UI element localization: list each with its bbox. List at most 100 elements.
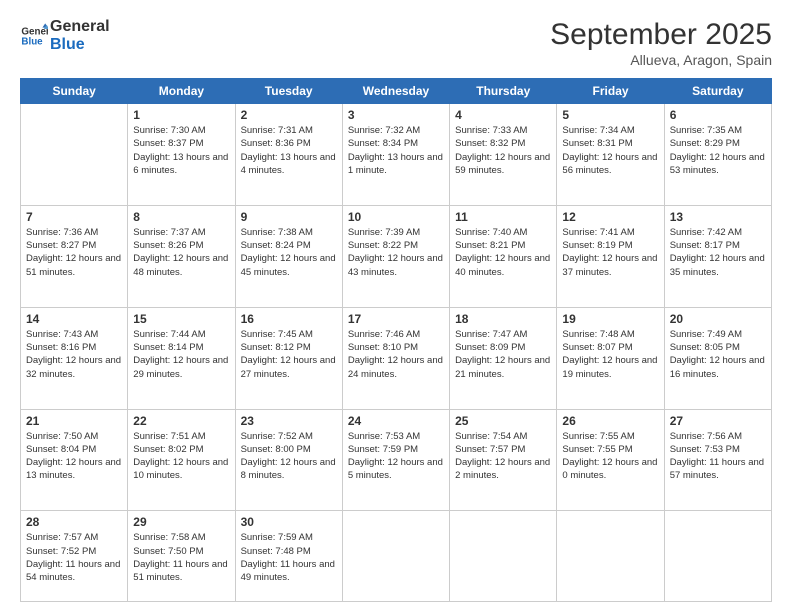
day-number: 5 (562, 108, 658, 122)
calendar-cell: 8 Sunrise: 7:37 AM Sunset: 8:26 PM Dayli… (128, 205, 235, 307)
calendar-cell: 25 Sunrise: 7:54 AM Sunset: 7:57 PM Dayl… (450, 409, 557, 511)
calendar-cell (342, 511, 449, 602)
day-number: 19 (562, 312, 658, 326)
day-number: 8 (133, 210, 229, 224)
day-number: 13 (670, 210, 766, 224)
calendar-cell: 29 Sunrise: 7:58 AM Sunset: 7:50 PM Dayl… (128, 511, 235, 602)
cell-info: Sunrise: 7:52 AM Sunset: 8:00 PM Dayligh… (241, 430, 337, 483)
day-number: 21 (26, 414, 122, 428)
calendar-cell: 5 Sunrise: 7:34 AM Sunset: 8:31 PM Dayli… (557, 104, 664, 206)
week-row-3: 21 Sunrise: 7:50 AM Sunset: 8:04 PM Dayl… (21, 409, 772, 511)
calendar-cell (21, 104, 128, 206)
day-number: 14 (26, 312, 122, 326)
day-number: 15 (133, 312, 229, 326)
day-number: 26 (562, 414, 658, 428)
cell-info: Sunrise: 7:36 AM Sunset: 8:27 PM Dayligh… (26, 226, 122, 279)
weekday-wednesday: Wednesday (342, 79, 449, 104)
calendar-cell: 11 Sunrise: 7:40 AM Sunset: 8:21 PM Dayl… (450, 205, 557, 307)
logo-icon: General Blue (20, 22, 48, 50)
day-number: 24 (348, 414, 444, 428)
weekday-sunday: Sunday (21, 79, 128, 104)
day-number: 9 (241, 210, 337, 224)
calendar-cell: 2 Sunrise: 7:31 AM Sunset: 8:36 PM Dayli… (235, 104, 342, 206)
calendar-cell: 7 Sunrise: 7:36 AM Sunset: 8:27 PM Dayli… (21, 205, 128, 307)
day-number: 23 (241, 414, 337, 428)
calendar-cell: 27 Sunrise: 7:56 AM Sunset: 7:53 PM Dayl… (664, 409, 771, 511)
calendar-cell: 6 Sunrise: 7:35 AM Sunset: 8:29 PM Dayli… (664, 104, 771, 206)
cell-info: Sunrise: 7:48 AM Sunset: 8:07 PM Dayligh… (562, 328, 658, 381)
page: General Blue General Blue September 2025… (0, 0, 792, 612)
calendar-cell: 28 Sunrise: 7:57 AM Sunset: 7:52 PM Dayl… (21, 511, 128, 602)
calendar-cell: 1 Sunrise: 7:30 AM Sunset: 8:37 PM Dayli… (128, 104, 235, 206)
day-number: 30 (241, 515, 337, 529)
day-number: 11 (455, 210, 551, 224)
day-number: 2 (241, 108, 337, 122)
calendar-cell: 16 Sunrise: 7:45 AM Sunset: 8:12 PM Dayl… (235, 307, 342, 409)
cell-info: Sunrise: 7:38 AM Sunset: 8:24 PM Dayligh… (241, 226, 337, 279)
cell-info: Sunrise: 7:31 AM Sunset: 8:36 PM Dayligh… (241, 124, 337, 177)
day-number: 22 (133, 414, 229, 428)
cell-info: Sunrise: 7:37 AM Sunset: 8:26 PM Dayligh… (133, 226, 229, 279)
cell-info: Sunrise: 7:44 AM Sunset: 8:14 PM Dayligh… (133, 328, 229, 381)
calendar-cell (557, 511, 664, 602)
weekday-friday: Friday (557, 79, 664, 104)
cell-info: Sunrise: 7:57 AM Sunset: 7:52 PM Dayligh… (26, 531, 122, 584)
calendar-cell: 10 Sunrise: 7:39 AM Sunset: 8:22 PM Dayl… (342, 205, 449, 307)
weekday-thursday: Thursday (450, 79, 557, 104)
cell-info: Sunrise: 7:35 AM Sunset: 8:29 PM Dayligh… (670, 124, 766, 177)
cell-info: Sunrise: 7:30 AM Sunset: 8:37 PM Dayligh… (133, 124, 229, 177)
weekday-monday: Monday (128, 79, 235, 104)
calendar-cell: 23 Sunrise: 7:52 AM Sunset: 8:00 PM Dayl… (235, 409, 342, 511)
calendar-cell: 30 Sunrise: 7:59 AM Sunset: 7:48 PM Dayl… (235, 511, 342, 602)
calendar-table: SundayMondayTuesdayWednesdayThursdayFrid… (20, 78, 772, 602)
month-title: September 2025 (550, 18, 772, 52)
svg-text:Blue: Blue (21, 37, 43, 48)
cell-info: Sunrise: 7:46 AM Sunset: 8:10 PM Dayligh… (348, 328, 444, 381)
day-number: 12 (562, 210, 658, 224)
calendar-cell: 24 Sunrise: 7:53 AM Sunset: 7:59 PM Dayl… (342, 409, 449, 511)
day-number: 27 (670, 414, 766, 428)
cell-info: Sunrise: 7:45 AM Sunset: 8:12 PM Dayligh… (241, 328, 337, 381)
day-number: 28 (26, 515, 122, 529)
calendar-cell: 4 Sunrise: 7:33 AM Sunset: 8:32 PM Dayli… (450, 104, 557, 206)
calendar-cell: 22 Sunrise: 7:51 AM Sunset: 8:02 PM Dayl… (128, 409, 235, 511)
calendar-cell: 14 Sunrise: 7:43 AM Sunset: 8:16 PM Dayl… (21, 307, 128, 409)
calendar-cell: 18 Sunrise: 7:47 AM Sunset: 8:09 PM Dayl… (450, 307, 557, 409)
header: General Blue General Blue September 2025… (20, 18, 772, 68)
cell-info: Sunrise: 7:51 AM Sunset: 8:02 PM Dayligh… (133, 430, 229, 483)
calendar-cell: 12 Sunrise: 7:41 AM Sunset: 8:19 PM Dayl… (557, 205, 664, 307)
cell-info: Sunrise: 7:39 AM Sunset: 8:22 PM Dayligh… (348, 226, 444, 279)
cell-info: Sunrise: 7:32 AM Sunset: 8:34 PM Dayligh… (348, 124, 444, 177)
day-number: 18 (455, 312, 551, 326)
week-row-2: 14 Sunrise: 7:43 AM Sunset: 8:16 PM Dayl… (21, 307, 772, 409)
calendar-cell: 26 Sunrise: 7:55 AM Sunset: 7:55 PM Dayl… (557, 409, 664, 511)
cell-info: Sunrise: 7:40 AM Sunset: 8:21 PM Dayligh… (455, 226, 551, 279)
cell-info: Sunrise: 7:33 AM Sunset: 8:32 PM Dayligh… (455, 124, 551, 177)
logo-blue: Blue (50, 36, 110, 54)
weekday-header-row: SundayMondayTuesdayWednesdayThursdayFrid… (21, 79, 772, 104)
cell-info: Sunrise: 7:53 AM Sunset: 7:59 PM Dayligh… (348, 430, 444, 483)
day-number: 3 (348, 108, 444, 122)
calendar-cell: 21 Sunrise: 7:50 AM Sunset: 8:04 PM Dayl… (21, 409, 128, 511)
calendar-cell: 3 Sunrise: 7:32 AM Sunset: 8:34 PM Dayli… (342, 104, 449, 206)
cell-info: Sunrise: 7:43 AM Sunset: 8:16 PM Dayligh… (26, 328, 122, 381)
cell-info: Sunrise: 7:50 AM Sunset: 8:04 PM Dayligh… (26, 430, 122, 483)
day-number: 4 (455, 108, 551, 122)
cell-info: Sunrise: 7:55 AM Sunset: 7:55 PM Dayligh… (562, 430, 658, 483)
calendar-cell (450, 511, 557, 602)
cell-info: Sunrise: 7:34 AM Sunset: 8:31 PM Dayligh… (562, 124, 658, 177)
day-number: 1 (133, 108, 229, 122)
logo: General Blue General Blue (20, 18, 110, 55)
calendar-cell: 15 Sunrise: 7:44 AM Sunset: 8:14 PM Dayl… (128, 307, 235, 409)
title-block: September 2025 Allueva, Aragon, Spain (550, 18, 772, 68)
day-number: 29 (133, 515, 229, 529)
week-row-4: 28 Sunrise: 7:57 AM Sunset: 7:52 PM Dayl… (21, 511, 772, 602)
weekday-saturday: Saturday (664, 79, 771, 104)
day-number: 6 (670, 108, 766, 122)
weekday-tuesday: Tuesday (235, 79, 342, 104)
calendar-cell: 9 Sunrise: 7:38 AM Sunset: 8:24 PM Dayli… (235, 205, 342, 307)
day-number: 7 (26, 210, 122, 224)
day-number: 10 (348, 210, 444, 224)
calendar-cell: 19 Sunrise: 7:48 AM Sunset: 8:07 PM Dayl… (557, 307, 664, 409)
location: Allueva, Aragon, Spain (550, 52, 772, 68)
